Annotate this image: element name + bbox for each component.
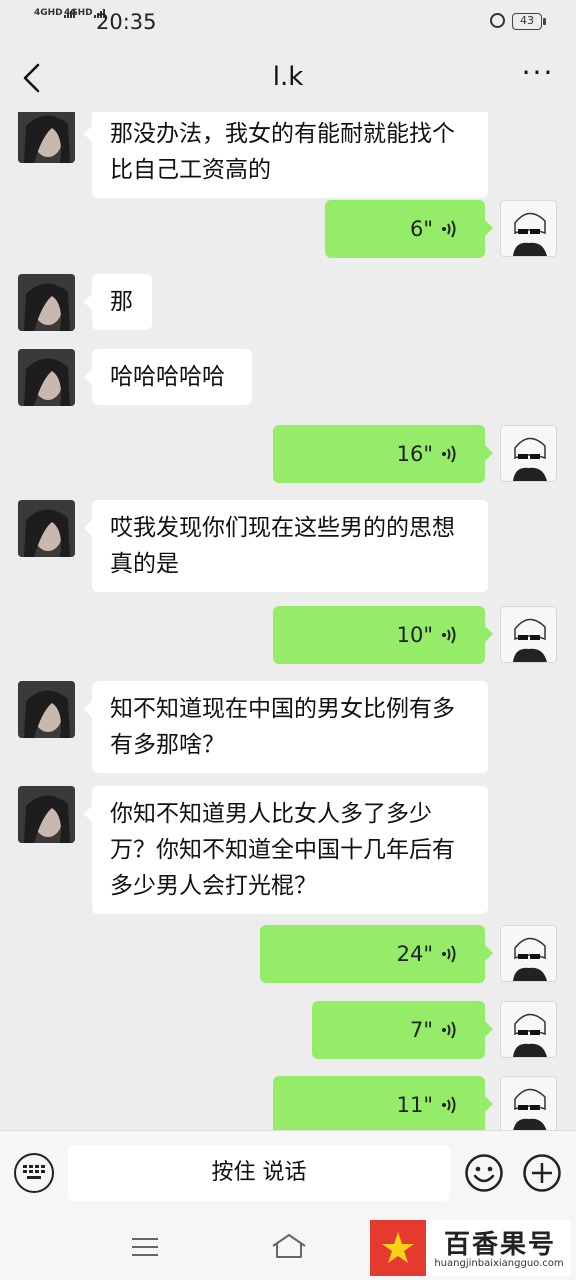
- self-avatar[interactable]: [500, 200, 557, 257]
- chat-title: l.k: [272, 62, 304, 92]
- chat-header: l.k ···: [0, 44, 576, 112]
- self-avatar[interactable]: [500, 425, 557, 482]
- plus-icon: [523, 1154, 561, 1192]
- back-button[interactable]: [18, 62, 46, 94]
- message-bubble-incoming[interactable]: 那没办法，我女的有能耐就能找个比自己工资高的: [84, 112, 488, 198]
- keyboard-toggle-button[interactable]: [14, 1153, 54, 1193]
- voice-duration: 10": [396, 623, 433, 647]
- voice-message-bubble[interactable]: 6": [325, 200, 493, 258]
- signal-1-label: 4GHD: [34, 8, 63, 18]
- voice-duration: 24": [396, 942, 433, 966]
- more-button[interactable]: ···: [520, 59, 556, 87]
- self-avatar[interactable]: [500, 1076, 557, 1130]
- voice-wave-icon: [442, 220, 456, 238]
- emoji-icon: [465, 1154, 503, 1192]
- watermark-name: 百香果号: [443, 1230, 556, 1260]
- clock: 20:35: [96, 10, 157, 34]
- voice-wave-icon: [442, 1096, 456, 1114]
- message-text: 哈哈哈哈哈: [110, 364, 225, 390]
- watermark-url: huangjinbaixiangguo.com: [434, 1258, 564, 1269]
- contact-avatar[interactable]: [18, 500, 75, 557]
- message-text: 那: [110, 289, 133, 315]
- self-avatar[interactable]: [500, 925, 557, 982]
- menu-icon[interactable]: [130, 1236, 160, 1258]
- voice-message-bubble[interactable]: 24": [260, 925, 493, 983]
- message-text: 那没办法，我女的有能耐就能找个比自己工资高的: [110, 121, 455, 183]
- message-text: 哎我发现你们现在这些男的的思想真的是: [110, 515, 455, 577]
- message-text: 你知不知道男人比女人多了多少万？你知不知道全中国十几年后有多少男人会打光棍？: [110, 801, 455, 899]
- voice-duration: 16": [396, 442, 433, 466]
- hold-to-talk-button[interactable]: 按住 说话: [68, 1145, 450, 1201]
- chat-input-bar: 按住 说话: [0, 1130, 576, 1212]
- voice-message-bubble[interactable]: 11": [273, 1076, 493, 1130]
- more-icon: ···: [521, 56, 555, 89]
- voice-duration: 7": [409, 1018, 433, 1042]
- star-icon: [382, 1232, 414, 1263]
- voice-duration: 6": [409, 217, 433, 241]
- voice-wave-icon: [442, 445, 456, 463]
- message-bubble-incoming[interactable]: 哈哈哈哈哈: [84, 349, 252, 405]
- voice-message-bubble[interactable]: 16": [273, 425, 493, 483]
- contact-avatar[interactable]: [18, 786, 75, 843]
- message-bubble-incoming[interactable]: 知不知道现在中国的男女比例有多有多那啥？: [84, 681, 488, 773]
- voice-wave-icon: [442, 626, 456, 644]
- battery-level: 43: [520, 14, 534, 27]
- message-list[interactable]: 那没办法，我女的有能耐就能找个比自己工资高的 6" 那 哈哈哈哈哈 16" 哎我…: [0, 112, 576, 1130]
- battery-icon: 43: [512, 13, 546, 30]
- watermark: 百香果号 huangjinbaixiangguo.com: [370, 1220, 570, 1276]
- message-text: 知不知道现在中国的男女比例有多有多那啥？: [110, 696, 455, 758]
- watermark-logo: [370, 1220, 426, 1276]
- contact-avatar[interactable]: [18, 112, 75, 163]
- contact-avatar[interactable]: [18, 681, 75, 738]
- voice-message-bubble[interactable]: 10": [273, 606, 493, 664]
- contact-avatar[interactable]: [18, 349, 75, 406]
- voice-wave-icon: [442, 945, 456, 963]
- message-bubble-incoming[interactable]: 你知不知道男人比女人多了多少万？你知不知道全中国十几年后有多少男人会打光棍？: [84, 786, 488, 914]
- signal-2-label: 4GHD: [64, 8, 93, 18]
- alarm-icon: [490, 13, 505, 28]
- status-bar: 4GHD 4GHD 20:35 43: [0, 0, 576, 44]
- self-avatar[interactable]: [500, 606, 557, 663]
- more-actions-button[interactable]: [522, 1153, 562, 1193]
- back-arrow-icon: [23, 63, 40, 93]
- voice-message-bubble[interactable]: 7": [312, 1001, 493, 1059]
- self-avatar[interactable]: [500, 1001, 557, 1058]
- keyboard-icon: [23, 1165, 45, 1179]
- emoji-button[interactable]: [464, 1153, 504, 1193]
- voice-wave-icon: [442, 1021, 456, 1039]
- message-bubble-incoming[interactable]: 那: [84, 274, 152, 330]
- home-icon[interactable]: [270, 1232, 308, 1260]
- message-bubble-incoming[interactable]: 哎我发现你们现在这些男的的思想真的是: [84, 500, 488, 592]
- voice-duration: 11": [396, 1093, 433, 1117]
- contact-avatar[interactable]: [18, 274, 75, 331]
